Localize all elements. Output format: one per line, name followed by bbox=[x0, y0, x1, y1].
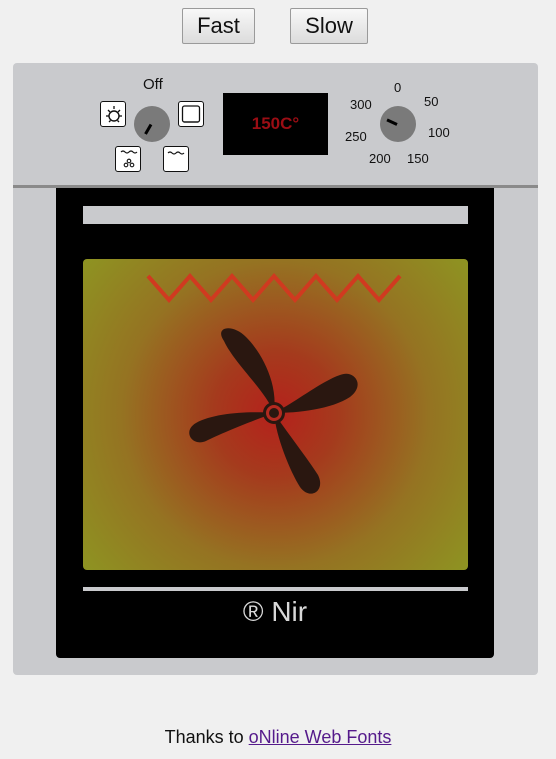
temperature-knob-pointer bbox=[386, 118, 398, 126]
temp-tick-300: 300 bbox=[350, 97, 372, 112]
brand-label: ® Nir bbox=[242, 596, 308, 627]
light-icon[interactable] bbox=[100, 101, 126, 127]
credits-link[interactable]: oNline Web Fonts bbox=[249, 727, 392, 747]
slow-button[interactable]: Slow bbox=[290, 8, 368, 44]
fan-icon bbox=[189, 328, 358, 494]
oven-window bbox=[83, 259, 468, 570]
mode-label: Off bbox=[143, 76, 163, 93]
temp-tick-50: 50 bbox=[424, 94, 439, 109]
mode-knob[interactable] bbox=[134, 106, 170, 142]
door-handle-bar bbox=[83, 587, 468, 591]
temp-tick-100: 100 bbox=[428, 125, 450, 140]
top-heat-icon[interactable] bbox=[163, 146, 189, 172]
fan-icon[interactable] bbox=[115, 146, 141, 172]
credits: Thanks to oNline Web Fonts bbox=[0, 727, 556, 748]
fast-button[interactable]: Fast bbox=[182, 8, 255, 44]
grill-icon[interactable] bbox=[178, 101, 204, 127]
temperature-knob[interactable] bbox=[380, 106, 416, 142]
heating-element bbox=[146, 272, 402, 304]
oven-rack bbox=[83, 206, 468, 224]
temp-tick-0: 0 bbox=[394, 80, 402, 95]
temp-tick-150: 150 bbox=[407, 151, 429, 166]
temperature-display: 150C° bbox=[223, 93, 328, 155]
mode-knob-pointer bbox=[144, 123, 153, 135]
temp-tick-200: 200 bbox=[369, 151, 391, 166]
credits-text: Thanks to bbox=[164, 727, 244, 747]
temp-tick-250: 250 bbox=[345, 129, 367, 144]
